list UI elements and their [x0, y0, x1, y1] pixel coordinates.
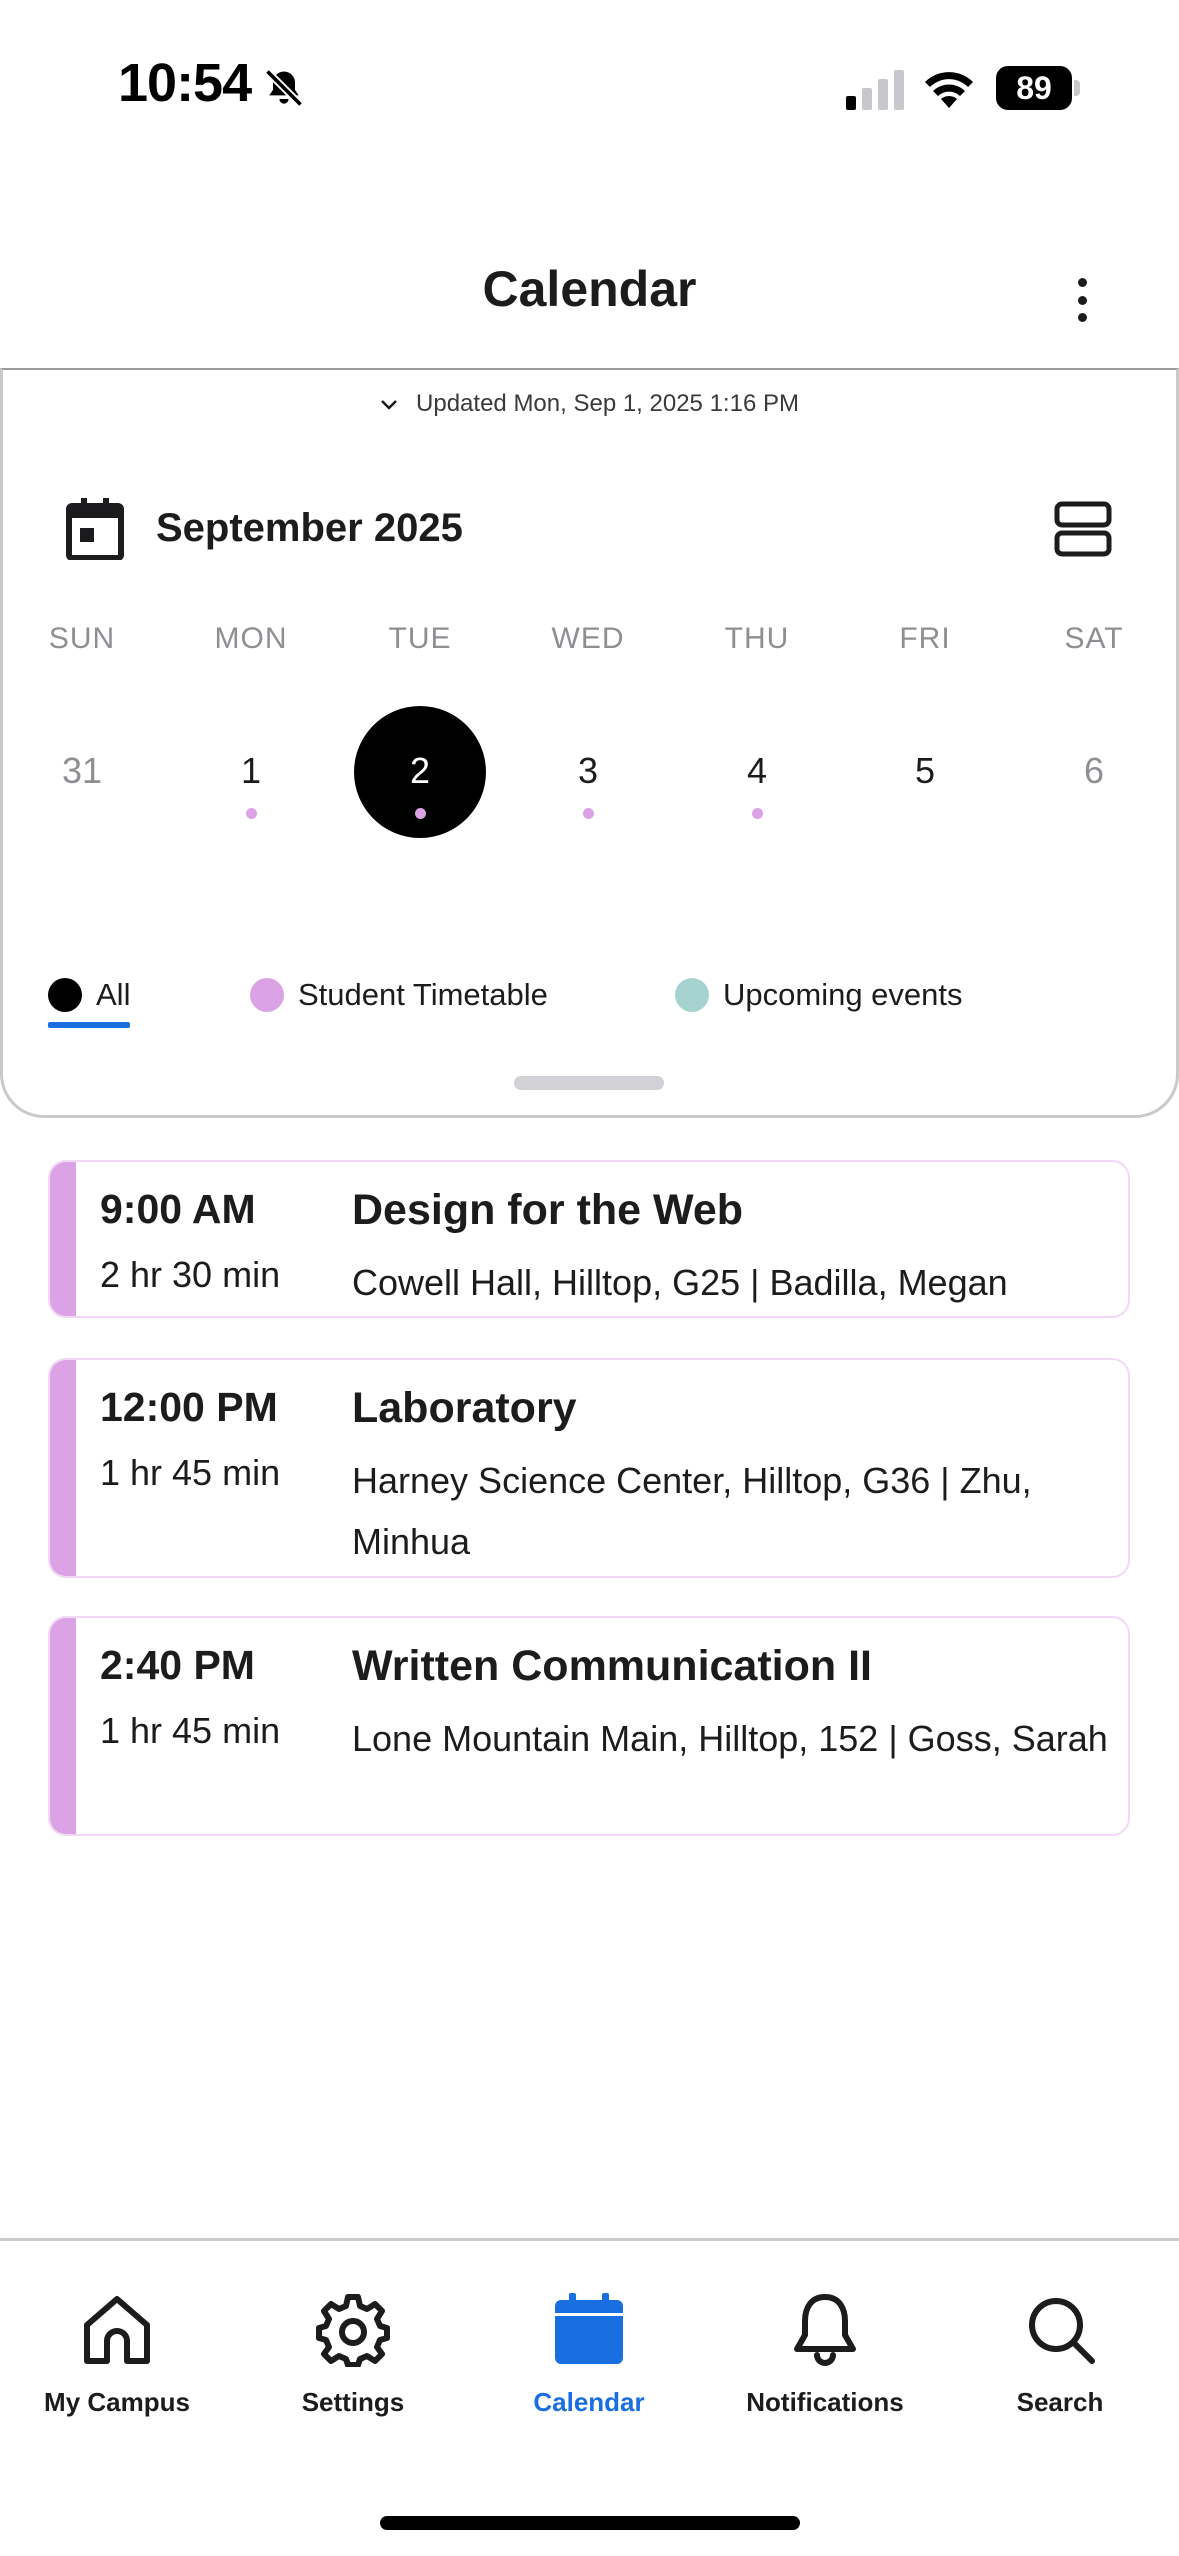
event-card[interactable]: 12:00 PM 1 hr 45 min Laboratory Harney S…	[48, 1358, 1130, 1578]
tab-label: Search	[1016, 2387, 1104, 2417]
color-swatch	[250, 978, 284, 1012]
day-number: 5	[914, 750, 936, 791]
tab-search[interactable]: Search	[945, 2291, 1175, 2471]
day-cell[interactable]: 3	[522, 706, 654, 838]
event-card[interactable]: 9:00 AM 2 hr 30 min Design for the Web C…	[48, 1160, 1130, 1318]
search-icon	[1029, 2298, 1095, 2364]
day-cell[interactable]: 6	[1028, 706, 1160, 838]
chevron-down-icon	[381, 399, 397, 410]
weekday-header: SUN MON TUE WED THU FRI SAT	[0, 622, 1179, 662]
filter-label: All	[96, 977, 131, 1012]
weekday-label: TUE	[388, 622, 452, 655]
tab-calendar[interactable]: Calendar	[474, 2291, 704, 2471]
weekday-label: THU	[724, 622, 790, 655]
weekday-label: SUN	[48, 622, 116, 655]
event-duration: 2 hr 30 min	[100, 1254, 281, 1295]
weekday-label: MON	[214, 622, 288, 655]
page-title: Calendar	[482, 261, 697, 317]
week-days-row: 31 1 2 3 4 5 6	[0, 706, 1179, 840]
event-card[interactable]: 2:40 PM 1 hr 45 min Written Communicatio…	[48, 1616, 1130, 1836]
day-cell[interactable]: 31	[16, 706, 148, 838]
tab-label: My Campus	[44, 2387, 190, 2417]
event-color-bar	[50, 1360, 76, 1576]
kebab-menu-icon[interactable]	[1060, 270, 1104, 330]
day-number: 6	[1083, 750, 1105, 791]
tab-label: Calendar	[533, 2387, 645, 2417]
event-location: Harney Science Center, Hilltop, G36 | Zh…	[352, 1460, 1032, 1562]
event-location: Cowell Hall, Hilltop, G25 | Badilla, Meg…	[352, 1262, 1008, 1303]
event-dot	[415, 808, 426, 819]
event-title: Design for the Web	[352, 1186, 744, 1234]
event-color-bar	[50, 1618, 76, 1834]
calendar-icon	[555, 2293, 623, 2364]
status-time: 10:54	[118, 53, 252, 113]
tab-label: Settings	[301, 2387, 405, 2417]
day-number: 2	[409, 750, 431, 791]
color-swatch	[48, 978, 82, 1012]
battery-icon: 89	[996, 66, 1080, 110]
day-number: 4	[746, 750, 768, 791]
bell-icon	[794, 2294, 856, 2366]
filter-label: Upcoming events	[723, 977, 963, 1012]
bell-slash-icon	[264, 68, 304, 108]
filter-label: Student Timetable	[298, 977, 548, 1012]
filter-student-timetable[interactable]: Student Timetable	[250, 962, 548, 1028]
event-color-bar	[50, 1162, 76, 1316]
month-label[interactable]: September 2025	[156, 506, 463, 551]
tab-bar: My Campus Settings Calendar Notification…	[0, 2238, 1179, 2556]
home-icon	[84, 2296, 150, 2364]
event-location: Lone Mountain Main, Hilltop, 152 | Goss,…	[352, 1718, 1108, 1759]
updated-text: Updated Mon, Sep 1, 2025 1:16 PM	[416, 390, 799, 417]
header: Calendar	[0, 230, 1179, 370]
event-duration: 1 hr 45 min	[100, 1710, 281, 1751]
day-number: 1	[240, 750, 262, 791]
calendar-icon[interactable]	[66, 498, 124, 560]
tab-notifications[interactable]: Notifications	[710, 2291, 940, 2471]
day-number: 3	[577, 750, 599, 791]
event-title: Written Communication II	[352, 1642, 872, 1690]
gear-icon	[316, 2294, 390, 2367]
event-dot	[583, 808, 594, 819]
tab-settings[interactable]: Settings	[238, 2291, 468, 2471]
day-number: 31	[61, 750, 103, 791]
wifi-icon	[925, 72, 973, 108]
day-cell[interactable]: 5	[859, 706, 991, 838]
event-time: 12:00 PM	[100, 1384, 278, 1430]
view-toggle-icon[interactable]	[1054, 500, 1112, 558]
tab-my-campus[interactable]: My Campus	[2, 2291, 232, 2471]
day-cell[interactable]: 1	[185, 706, 317, 838]
day-cell[interactable]: 4	[691, 706, 823, 838]
panel-drag-handle[interactable]	[514, 1076, 664, 1090]
event-dot	[752, 808, 763, 819]
event-time: 9:00 AM	[100, 1186, 256, 1232]
home-indicator	[380, 2516, 800, 2530]
event-title: Laboratory	[352, 1384, 577, 1432]
event-duration: 1 hr 45 min	[100, 1452, 281, 1493]
day-cell-selected[interactable]: 2	[354, 706, 486, 838]
weekday-label: FRI	[899, 622, 951, 655]
weekday-label: SAT	[1064, 622, 1124, 655]
color-swatch	[675, 978, 709, 1012]
weekday-label: WED	[551, 622, 625, 655]
tab-label: Notifications	[746, 2387, 904, 2417]
cellular-signal-icon	[846, 70, 904, 110]
month-row: September 2025	[0, 490, 1179, 570]
updated-toggle[interactable]: Updated Mon, Sep 1, 2025 1:16 PM	[0, 390, 1179, 418]
event-time: 2:40 PM	[100, 1642, 255, 1688]
battery-level: 89	[996, 66, 1072, 110]
filter-all[interactable]: All	[48, 962, 131, 1028]
filter-upcoming-events[interactable]: Upcoming events	[675, 962, 963, 1028]
calendar-filter-tabs: All Student Timetable Upcoming events	[0, 962, 1179, 1032]
event-dot	[246, 808, 257, 819]
status-bar: 10:54 89	[0, 0, 1179, 180]
